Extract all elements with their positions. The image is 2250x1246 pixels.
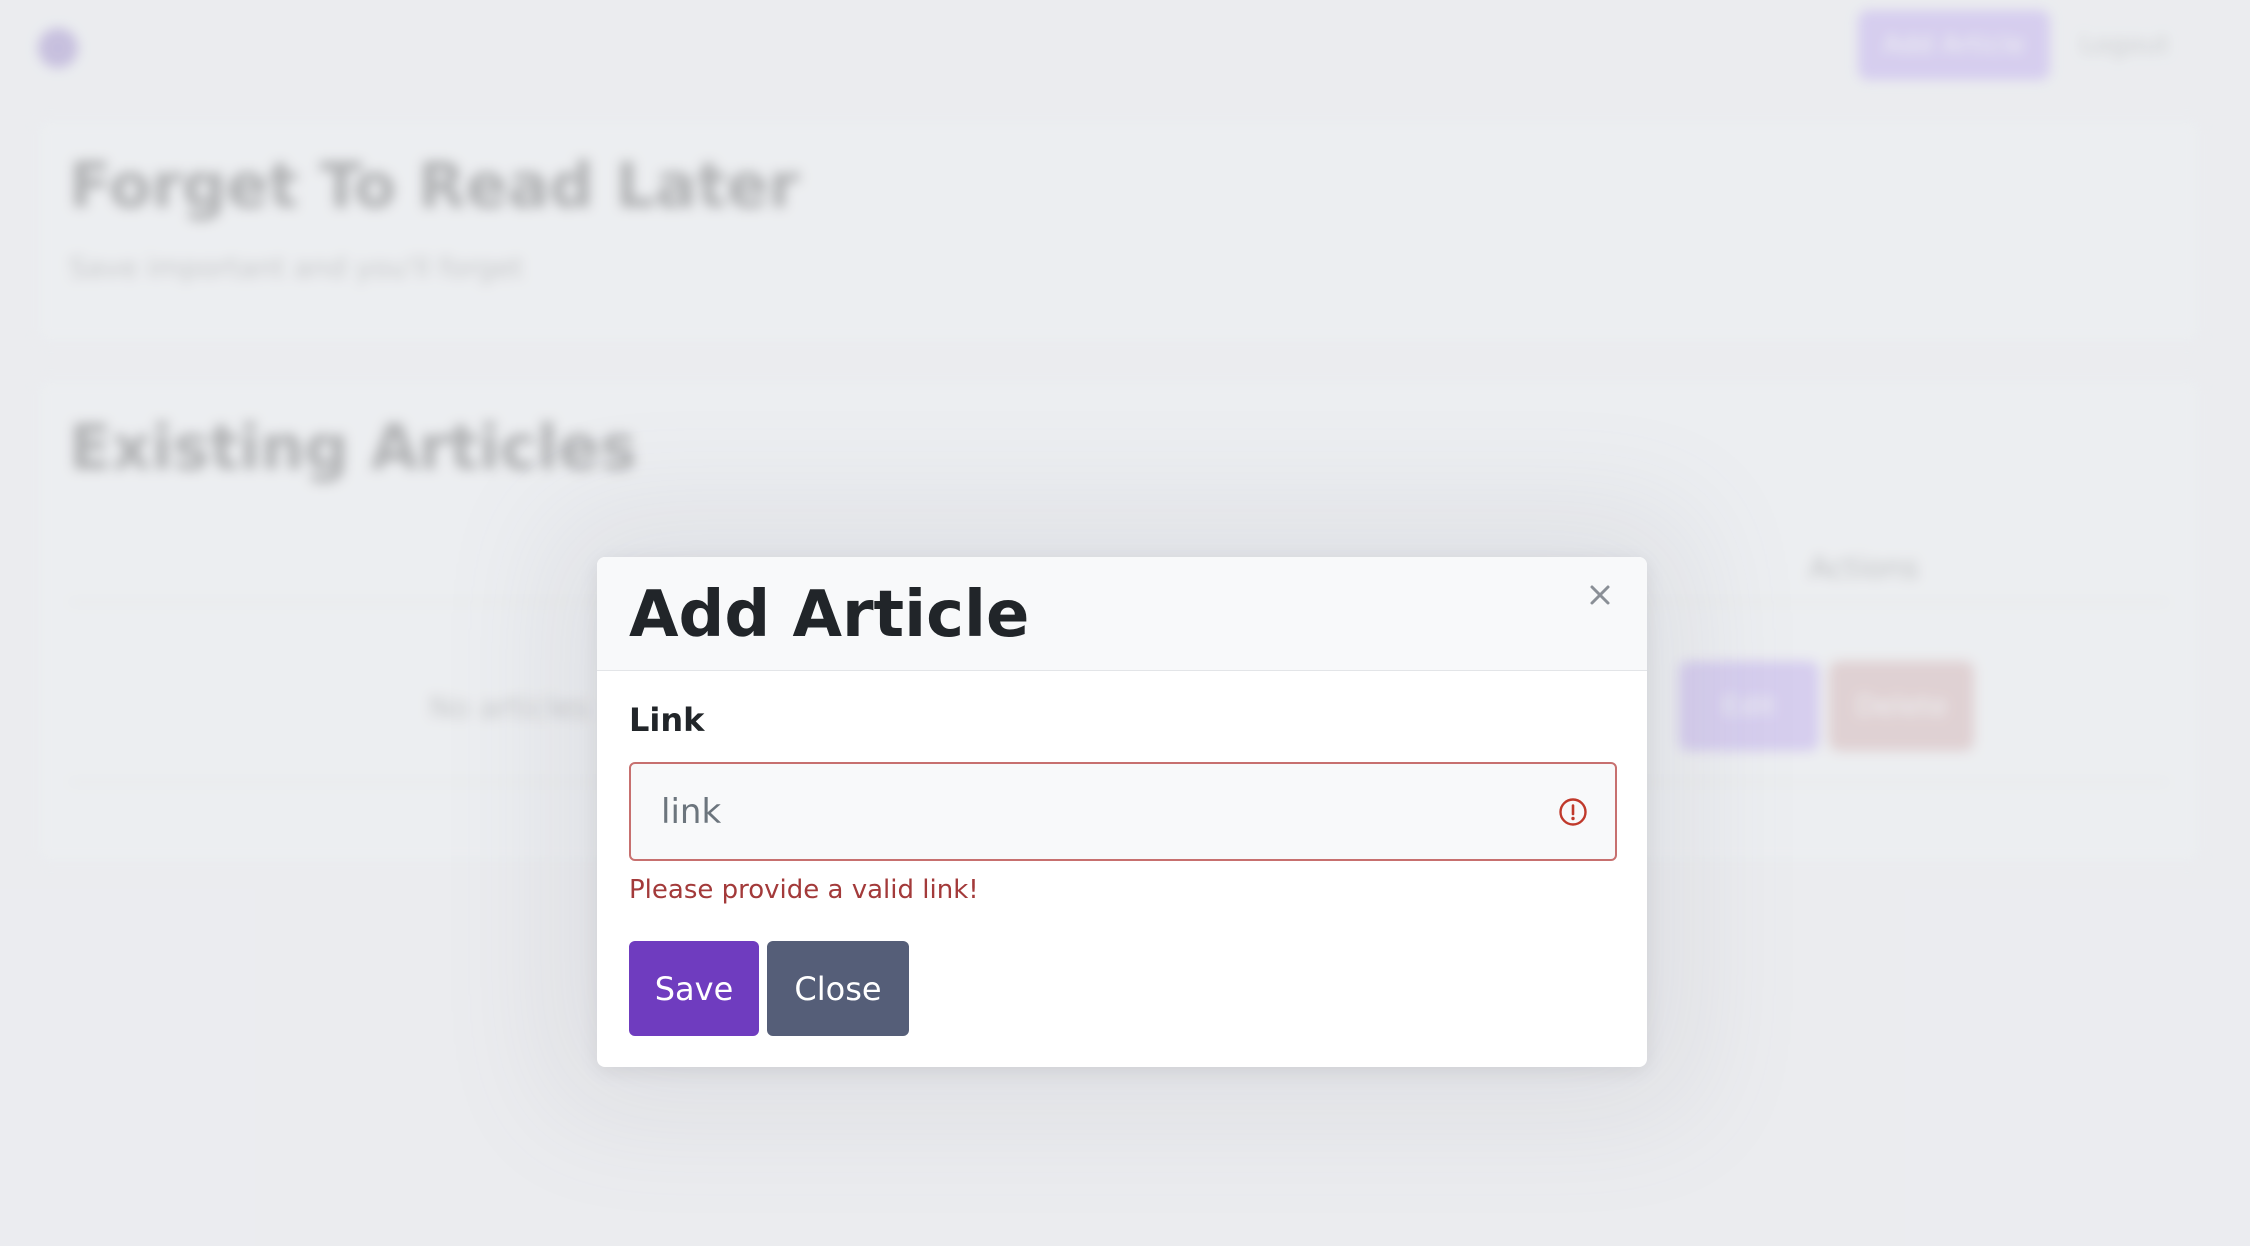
close-button[interactable]: Close (767, 941, 909, 1036)
exclamation-circle-icon (1558, 797, 1588, 827)
modal-title: Add Article (629, 578, 1030, 652)
add-article-modal: Add Article Link Please provide a valid … (597, 557, 1647, 1067)
save-button[interactable]: Save (629, 941, 759, 1036)
modal-header: Add Article (597, 557, 1647, 671)
link-input[interactable] (629, 762, 1617, 861)
link-label: Link (629, 701, 705, 739)
close-icon[interactable] (1582, 577, 1618, 613)
link-error-message: Please provide a valid link! (629, 875, 979, 905)
